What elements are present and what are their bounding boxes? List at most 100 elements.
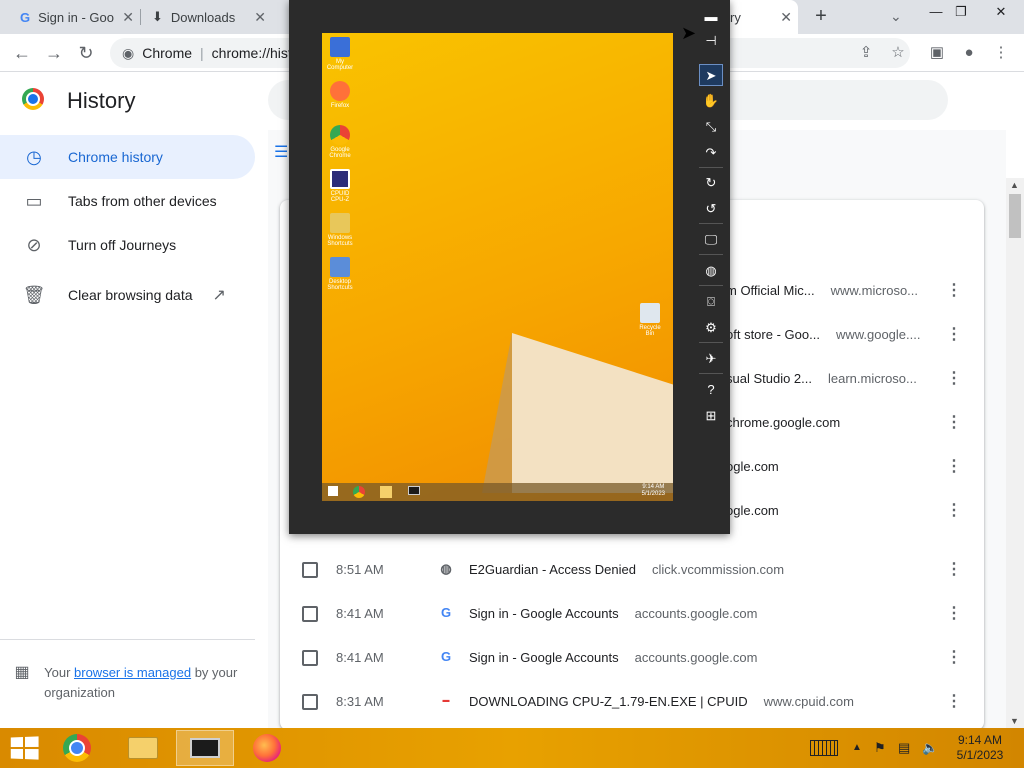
folder-icon[interactable]	[380, 486, 392, 498]
row-title[interactable]: DOWNLOADING CPU-Z_1.79-EN.EXE | CPUID	[469, 694, 748, 709]
forward-icon[interactable]: →	[42, 41, 66, 65]
desktop-icon[interactable]: Google Chrome	[326, 125, 354, 159]
more-actions-icon[interactable]: ⋮	[946, 412, 962, 432]
managed-text: Your browser is managed by your organiza…	[44, 663, 255, 703]
row-title[interactable]: Sign in - Google Accounts	[469, 650, 619, 665]
desktop-icon[interactable]: CPUID CPU-Z	[326, 169, 354, 203]
site-label: Chrome	[142, 45, 193, 61]
desktop-icon[interactable]: Desktop Shortcuts	[326, 257, 354, 291]
managed-link[interactable]: browser is managed	[74, 665, 191, 680]
computer-icon	[330, 37, 350, 57]
more-actions-icon[interactable]: ⋮	[946, 603, 962, 623]
flag-icon[interactable]: ⚑	[874, 740, 886, 756]
share-icon[interactable]: ⇪	[855, 42, 877, 64]
managed-notice: ▦ Your browser is managed by your organi…	[0, 663, 255, 703]
desktop-icon[interactable]: Recycle Bin	[636, 303, 664, 337]
tab-downloads[interactable]: ⬇ Downloads ✕	[140, 0, 272, 34]
resize-icon[interactable]: ⤡	[699, 116, 723, 138]
globe-icon: ◍	[440, 561, 452, 576]
close-icon[interactable]: ✕	[254, 9, 266, 26]
row-checkbox[interactable]	[302, 650, 318, 666]
divider	[699, 342, 723, 343]
minimize-icon[interactable]: ▬	[699, 6, 723, 28]
row-title[interactable]: E2Guardian - Access Denied	[469, 562, 636, 577]
scroll-thumb[interactable]	[1009, 194, 1021, 238]
table-row[interactable]: 8:41 AM G Sign in - Google Accounts accou…	[280, 636, 984, 680]
table-row[interactable]: 8:31 AM ▬ DOWNLOADING CPU-Z_1.79-EN.EXE …	[280, 680, 984, 724]
row-title[interactable]: Sign in - Google Accounts	[469, 606, 619, 621]
sidebar-item-clear-browsing-data[interactable]: 🗑 Clear browsing data ↗	[0, 273, 255, 317]
volume-muted-icon[interactable]: 🔈	[922, 740, 938, 756]
more-actions-icon[interactable]: ⋮	[946, 647, 962, 667]
tab-search-icon[interactable]: ⌄	[890, 8, 902, 25]
more-actions-icon[interactable]: ⋮	[946, 691, 962, 711]
more-actions-icon[interactable]: ⋮	[946, 324, 962, 344]
taskbar-firefox[interactable]	[238, 730, 296, 766]
taskbar-file-explorer[interactable]	[114, 730, 172, 766]
more-actions-icon[interactable]: ⋮	[946, 500, 962, 520]
close-icon[interactable]: ✕	[780, 9, 792, 26]
tab-sign-in[interactable]: G Sign in - Goo ✕	[8, 0, 140, 34]
more-actions-icon[interactable]: ⋮	[946, 280, 962, 300]
profile-icon[interactable]: ●	[958, 42, 980, 64]
scroll-up-icon[interactable]: ▲	[1010, 180, 1019, 190]
plane-icon[interactable]: ✈	[699, 348, 723, 370]
rotate-right-icon[interactable]: ↻	[699, 172, 723, 194]
reload-icon[interactable]: ↻	[74, 41, 98, 65]
row-title: chrome.google.com	[726, 415, 841, 430]
menu-icon[interactable]: ⋮	[990, 42, 1012, 64]
row-checkbox[interactable]	[302, 562, 318, 578]
undo-arrow-icon[interactable]: ↷	[699, 142, 723, 164]
taskbar-chrome[interactable]	[48, 730, 106, 766]
rotate-left-icon[interactable]: ↺	[699, 198, 723, 220]
help-icon[interactable]: ?	[699, 379, 723, 401]
windows-logo-icon[interactable]: ⊞	[699, 405, 723, 427]
vm-icon[interactable]	[408, 486, 420, 495]
vm-viewer-window[interactable]: My Computer Firefox Google Chrome CPUID …	[289, 0, 730, 534]
table-row[interactable]: 8:51 AM ◍ E2Guardian - Access Denied clic…	[280, 548, 984, 592]
row-checkbox[interactable]	[302, 694, 318, 710]
hand-icon[interactable]: ✋	[699, 90, 723, 112]
page-scrollbar[interactable]: ▲ ▼	[1006, 178, 1024, 728]
sidebar-item-tabs-other-devices[interactable]: ▭ Tabs from other devices	[0, 179, 255, 223]
pin-icon[interactable]: ⊣	[699, 30, 723, 52]
desktop-icon[interactable]: My Computer	[326, 37, 354, 71]
gear-icon[interactable]: ⚙	[699, 317, 723, 339]
vm-clock-date: 5/1/2023	[641, 491, 665, 497]
row-time: 8:31 AM	[336, 694, 384, 709]
divider	[699, 223, 723, 224]
cpuz-icon	[330, 169, 350, 189]
camera-icon[interactable]: ⌼	[699, 291, 723, 313]
desktop-icon[interactable]: Windows Shortcuts	[326, 213, 354, 247]
row-title: ogle.com	[726, 459, 779, 474]
new-tab-button[interactable]: +	[810, 6, 832, 28]
windows-start-icon[interactable]	[10, 736, 39, 760]
taskbar-vm-viewer[interactable]	[176, 730, 234, 766]
desktop-icon[interactable]: Firefox	[326, 81, 354, 109]
bookmark-star-icon[interactable]: ☆	[887, 42, 909, 64]
globe-icon[interactable]: ◍	[699, 260, 723, 282]
back-icon[interactable]: ←	[10, 41, 34, 65]
more-actions-icon[interactable]: ⋮	[946, 456, 962, 476]
pointer-icon[interactable]: ➤	[699, 64, 723, 86]
list-view-icon[interactable]: ☰	[274, 142, 288, 162]
table-row[interactable]: 8:41 AM G Sign in - Google Accounts accou…	[280, 592, 984, 636]
close-icon[interactable]: ✕	[122, 9, 134, 26]
taskbar-clock[interactable]: 9:14 AM 5/1/2023	[950, 733, 1010, 763]
more-actions-icon[interactable]: ⋮	[946, 559, 962, 579]
network-icon[interactable]: ▤	[898, 740, 910, 756]
chrome-icon[interactable]	[353, 486, 365, 498]
monitor-icon[interactable]: 🖵	[699, 229, 723, 251]
more-actions-icon[interactable]: ⋮	[946, 368, 962, 388]
scroll-down-icon[interactable]: ▼	[1010, 716, 1019, 726]
close-window-button[interactable]: ✕	[986, 4, 1016, 26]
vm-screen[interactable]: My Computer Firefox Google Chrome CPUID …	[322, 33, 673, 501]
row-checkbox[interactable]	[302, 606, 318, 622]
side-panel-icon[interactable]: ▣	[926, 42, 948, 64]
sidebar-item-turn-off-journeys[interactable]: ⊘ Turn off Journeys	[0, 223, 255, 267]
sidebar-item-chrome-history[interactable]: ◷ Chrome history	[0, 135, 255, 179]
show-hidden-icons-icon[interactable]: ▲	[852, 742, 862, 753]
restore-button[interactable]: ❐	[946, 4, 976, 26]
keyboard-icon[interactable]	[810, 740, 838, 756]
windows-start-icon[interactable]	[328, 486, 338, 496]
